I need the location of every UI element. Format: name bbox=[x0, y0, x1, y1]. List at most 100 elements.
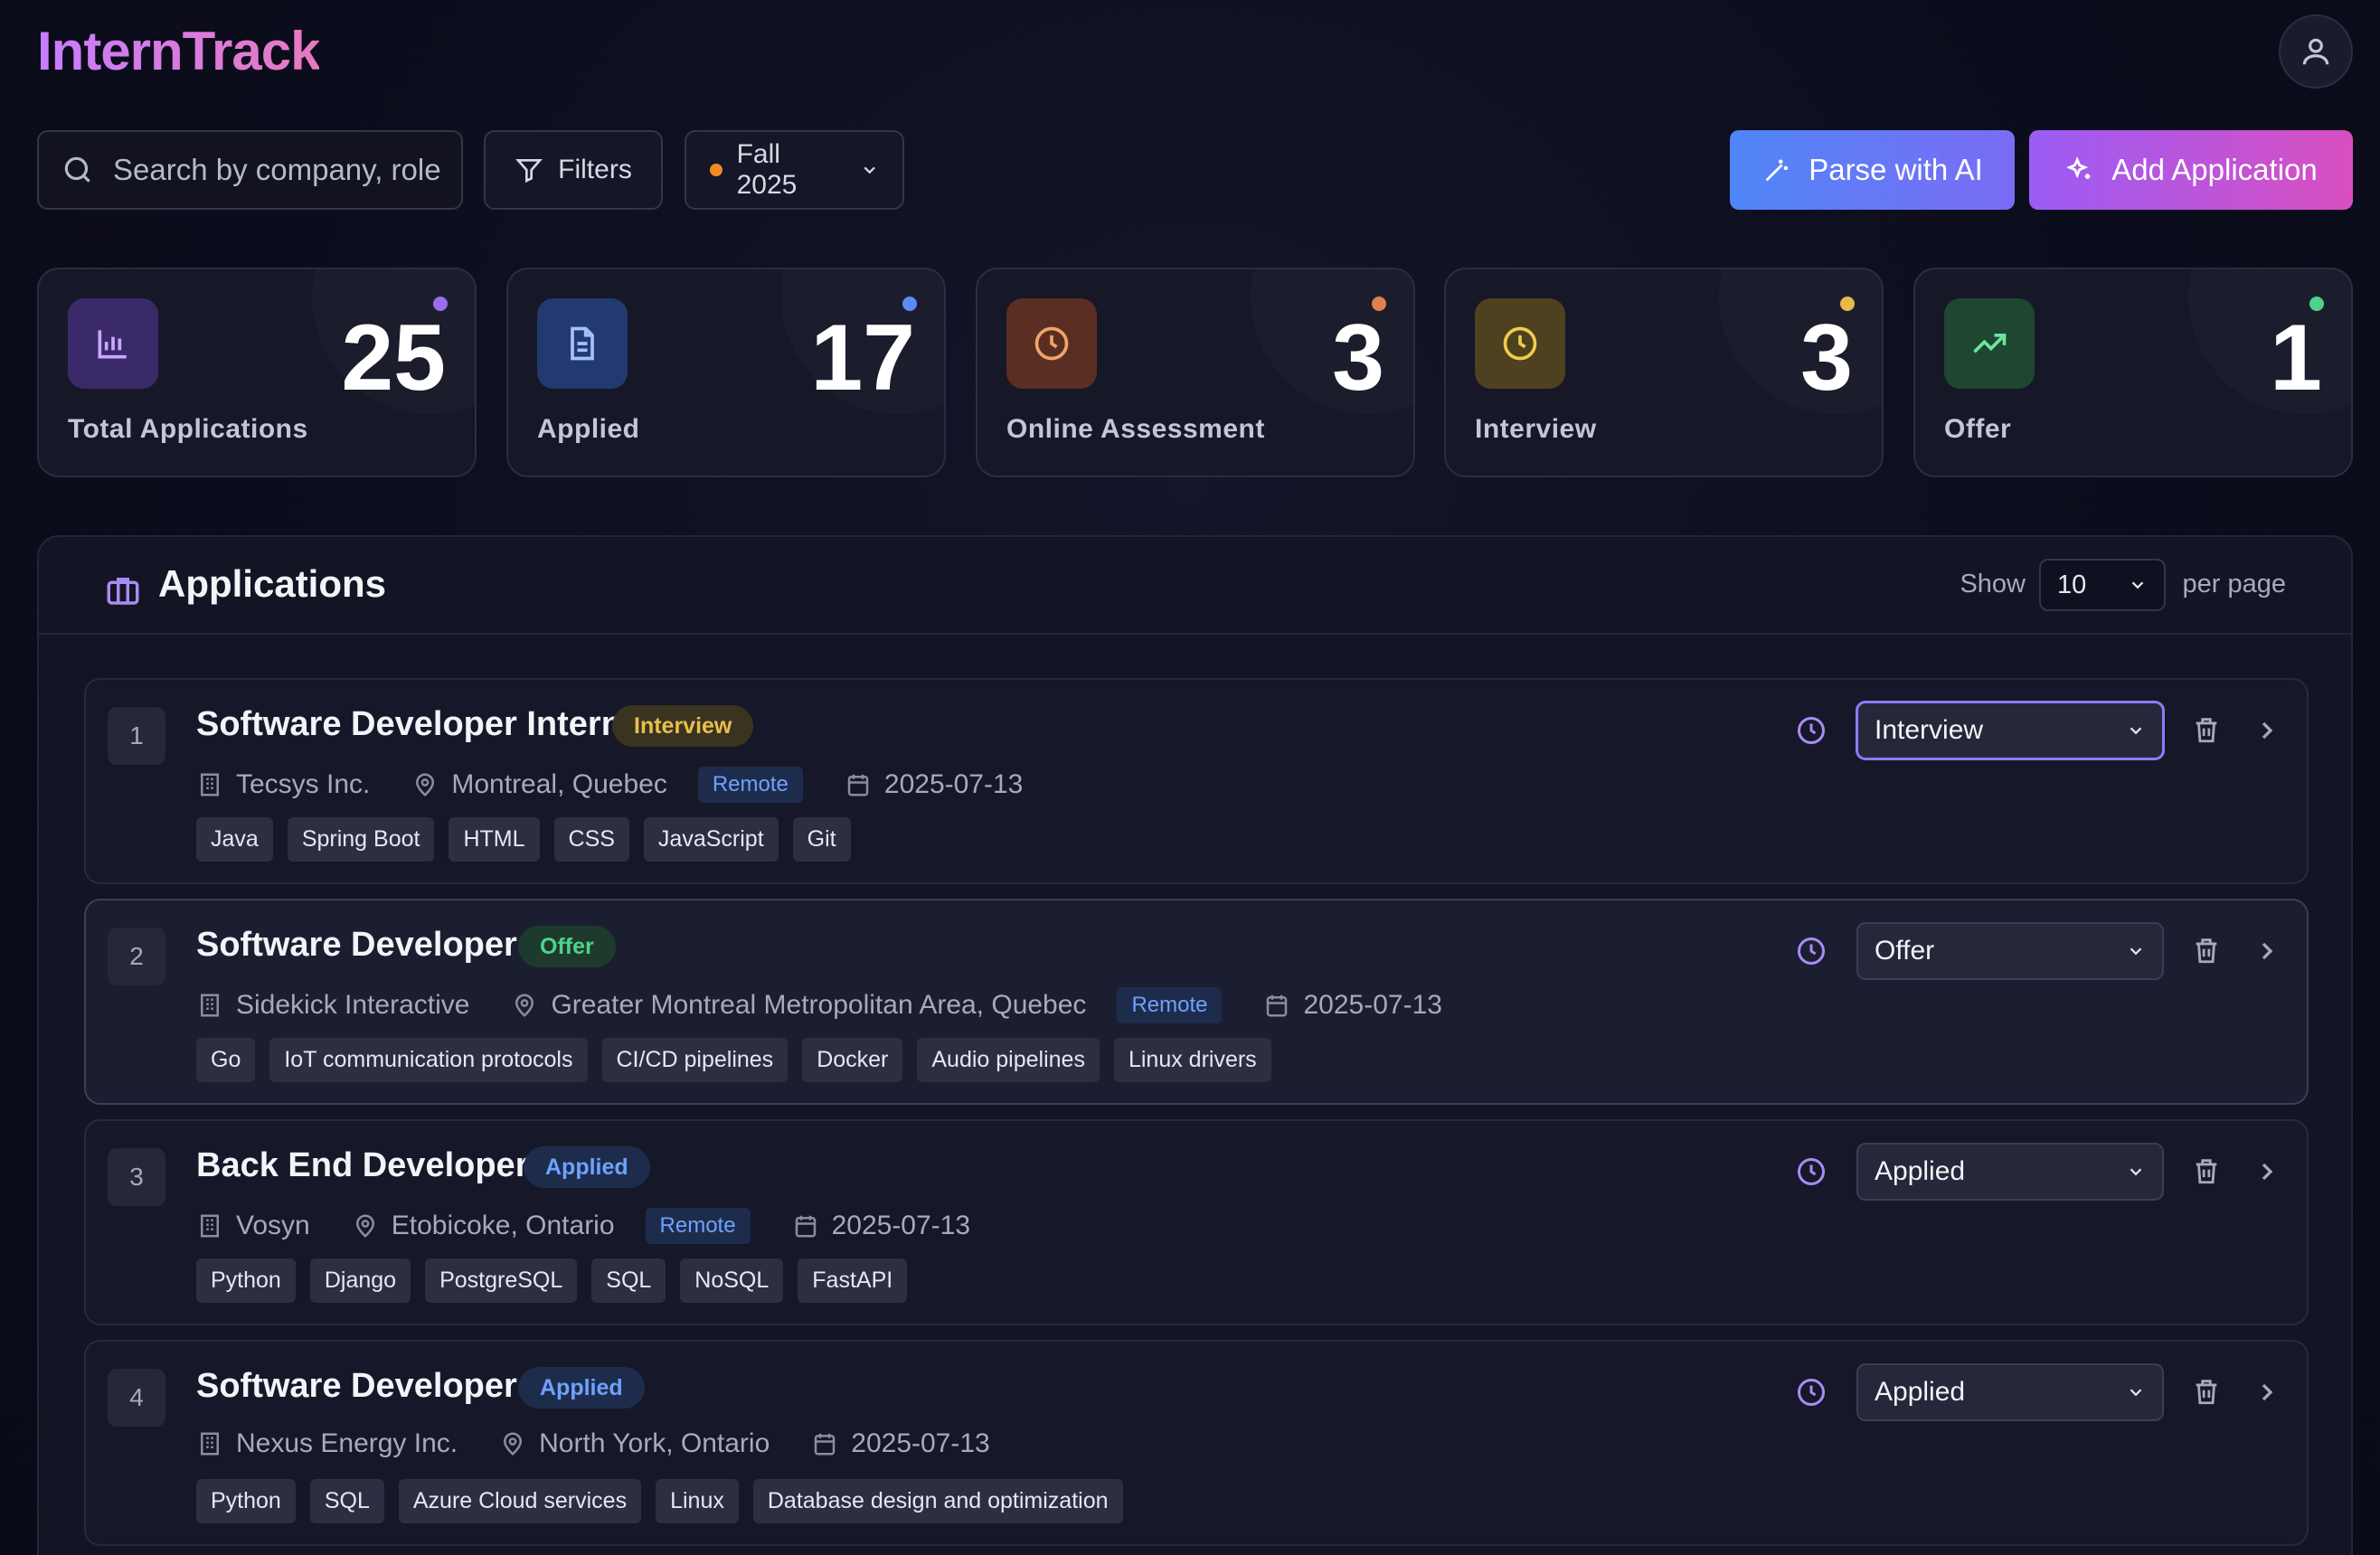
status-select-value: Applied bbox=[1875, 1156, 1966, 1186]
location: Greater Montreal Metropolitan Area, Queb… bbox=[551, 990, 1087, 1020]
season-select[interactable]: Fall 2025 bbox=[685, 130, 904, 210]
building-icon bbox=[201, 994, 219, 1017]
row-index: 3 bbox=[108, 1148, 165, 1206]
search-icon bbox=[64, 156, 90, 183]
stat-value: 17 bbox=[810, 306, 915, 410]
location-pin-icon bbox=[515, 994, 534, 1017]
trash-icon[interactable] bbox=[2191, 714, 2222, 745]
chevron-right-icon[interactable] bbox=[2252, 716, 2281, 745]
skill-tag: Linux bbox=[656, 1479, 739, 1523]
magic-wand-icon bbox=[1765, 159, 1789, 182]
row-index: 4 bbox=[108, 1369, 165, 1427]
stat-value: 3 bbox=[1332, 306, 1384, 410]
skill-tag: Database design and optimization bbox=[752, 1479, 1123, 1523]
application-row[interactable]: 3 Back End Developer Applied Vosyn Etobi… bbox=[84, 1119, 2309, 1325]
stat-card-offer: 1 Offer bbox=[1913, 268, 2353, 477]
status-select[interactable]: Applied bbox=[1856, 1143, 2164, 1201]
stat-label: Total Applications bbox=[68, 414, 308, 444]
date: 2025-07-13 bbox=[851, 1428, 990, 1458]
chevron-right-icon[interactable] bbox=[2252, 937, 2281, 966]
application-row[interactable]: 1 Software Developer Intern Interview Te… bbox=[84, 678, 2309, 884]
company-name: Vosyn bbox=[236, 1211, 310, 1240]
calendar-icon bbox=[847, 774, 869, 796]
building-icon bbox=[201, 1432, 219, 1456]
app-logo: InternTrack bbox=[37, 21, 320, 81]
status-select[interactable]: Interview bbox=[1856, 702, 2164, 759]
season-label: Fall 2025 bbox=[736, 139, 798, 200]
skill-tags: Go IoT communication protocols CI/CD pip… bbox=[196, 1038, 1271, 1082]
row-meta: Tecsys Inc. Montreal, Quebec Remote 2025… bbox=[196, 767, 1053, 803]
stat-card-total: 25 Total Applications bbox=[37, 268, 477, 477]
application-row[interactable]: 4 Software Developer Applied Nexus Energ… bbox=[84, 1340, 2309, 1546]
skill-tag: Spring Boot bbox=[287, 817, 435, 862]
show-label: Show bbox=[1960, 570, 2026, 598]
season-dot bbox=[710, 164, 722, 176]
company-name: Tecsys Inc. bbox=[236, 769, 371, 799]
stat-value: 25 bbox=[341, 306, 446, 410]
profile-button[interactable] bbox=[2279, 14, 2353, 89]
date: 2025-07-13 bbox=[883, 769, 1024, 799]
stat-card-online-assessment: 3 Online Assessment bbox=[976, 268, 1415, 477]
status-select[interactable]: Applied bbox=[1856, 1363, 2164, 1421]
clock-icon bbox=[1006, 298, 1097, 389]
search-box[interactable] bbox=[37, 130, 463, 210]
remote-badge: Remote bbox=[645, 1208, 751, 1244]
status-select[interactable]: Offer bbox=[1856, 922, 2164, 980]
parse-ai-button[interactable]: Parse with AI bbox=[1730, 130, 2015, 210]
status-badge: Applied bbox=[518, 1367, 645, 1409]
skill-tag: FastAPI bbox=[798, 1258, 908, 1303]
clock-icon bbox=[1475, 298, 1565, 389]
skill-tag: NoSQL bbox=[680, 1258, 784, 1303]
trash-icon[interactable] bbox=[2191, 1155, 2222, 1186]
bar-chart-icon bbox=[68, 298, 158, 389]
stat-card-interview: 3 Interview bbox=[1444, 268, 1884, 477]
skill-tag: Go bbox=[196, 1038, 256, 1082]
stat-label: Interview bbox=[1475, 414, 1597, 444]
stat-label: Online Assessment bbox=[1006, 414, 1265, 444]
skill-tag: Python bbox=[196, 1479, 296, 1523]
history-icon[interactable] bbox=[1795, 935, 1828, 967]
document-icon bbox=[537, 298, 628, 389]
status-badge: Applied bbox=[524, 1146, 650, 1188]
row-meta: Sidekick Interactive Greater Montreal Me… bbox=[196, 987, 1473, 1023]
company-name: Nexus Energy Inc. bbox=[236, 1428, 458, 1458]
skill-tag: Audio pipelines bbox=[917, 1038, 1100, 1082]
company-name: Sidekick Interactive bbox=[236, 990, 470, 1020]
add-application-button[interactable]: Add Application bbox=[2029, 130, 2353, 210]
job-title: Back End Developer bbox=[196, 1146, 529, 1184]
location-pin-icon bbox=[504, 1432, 523, 1456]
filters-button[interactable]: Filters bbox=[484, 130, 663, 210]
history-icon[interactable] bbox=[1795, 714, 1828, 747]
status-select-value: Offer bbox=[1875, 936, 1935, 966]
chevron-down-icon bbox=[2130, 727, 2142, 735]
skill-tag: SQL bbox=[309, 1479, 384, 1523]
skill-tag: IoT communication protocols bbox=[269, 1038, 588, 1082]
search-input[interactable] bbox=[113, 153, 448, 187]
history-icon[interactable] bbox=[1795, 1155, 1828, 1188]
application-row[interactable]: 2 Software Developer Offer Sidekick Inte… bbox=[84, 899, 2309, 1105]
chevron-down-icon bbox=[2131, 581, 2144, 589]
job-title: Software Developer bbox=[196, 926, 517, 964]
trash-icon[interactable] bbox=[2191, 1376, 2222, 1407]
history-icon[interactable] bbox=[1795, 1376, 1828, 1409]
status-badge: Offer bbox=[518, 926, 616, 967]
skill-tag: Linux drivers bbox=[1113, 1038, 1271, 1082]
skill-tag: Docker bbox=[802, 1038, 903, 1082]
chevron-right-icon[interactable] bbox=[2252, 1378, 2281, 1407]
skill-tag: CI/CD pipelines bbox=[601, 1038, 789, 1082]
skill-tag: PostgreSQL bbox=[425, 1258, 578, 1303]
status-badge: Interview bbox=[612, 705, 754, 747]
skill-tags: Python Django PostgreSQL SQL NoSQL FastA… bbox=[196, 1258, 908, 1303]
chevron-down-icon bbox=[2130, 1389, 2142, 1397]
date: 2025-07-13 bbox=[1303, 990, 1442, 1020]
skill-tag: CSS bbox=[553, 817, 629, 862]
chevron-right-icon[interactable] bbox=[2252, 1157, 2281, 1186]
location-pin-icon bbox=[416, 773, 435, 796]
trash-icon[interactable] bbox=[2191, 935, 2222, 966]
panel-header: Applications Show 10 per page bbox=[39, 537, 2351, 635]
per-page-select[interactable]: 10 bbox=[2039, 559, 2166, 611]
calendar-icon bbox=[795, 1215, 816, 1238]
skill-tag: Git bbox=[792, 817, 851, 862]
per-page-value: 10 bbox=[2057, 570, 2087, 599]
job-title: Software Developer bbox=[196, 1367, 517, 1405]
